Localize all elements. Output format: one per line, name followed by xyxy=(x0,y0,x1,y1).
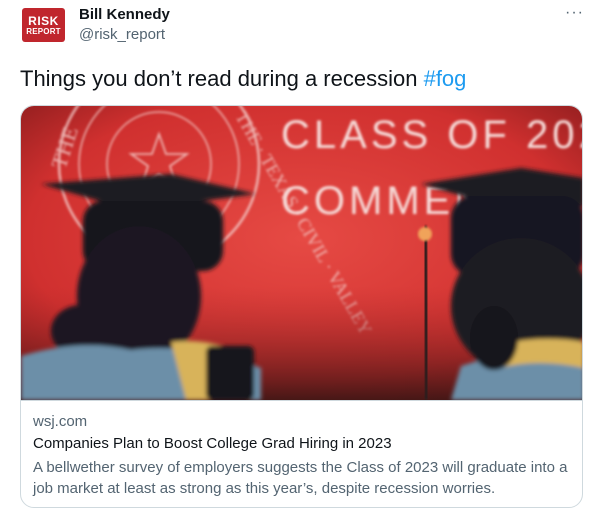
avatar-line1: RISK xyxy=(28,13,59,28)
author-handle[interactable]: @risk_report xyxy=(79,26,165,43)
tweet-text: Things you don’t read during a recession… xyxy=(20,66,466,92)
avatar[interactable]: RISK REPORT xyxy=(22,8,65,42)
more-options-icon[interactable]: ··· xyxy=(565,4,584,22)
card-title: Companies Plan to Boost College Grad Hir… xyxy=(33,435,392,452)
author-name[interactable]: Bill Kennedy xyxy=(79,6,170,23)
card-domain: wsj.com xyxy=(33,413,88,430)
link-card[interactable]: THE THE · TEXAS · CIVIL · VALLEY CLASS O… xyxy=(20,105,583,508)
graduation-photo: THE THE · TEXAS · CIVIL · VALLEY CLASS O… xyxy=(21,106,583,400)
banner-line1: CLASS OF 202 xyxy=(281,113,583,157)
tweet-body: Things you don’t read during a recession xyxy=(20,66,424,91)
card-image[interactable]: THE THE · TEXAS · CIVIL · VALLEY CLASS O… xyxy=(21,106,583,400)
card-description: A bellwether survey of employers suggest… xyxy=(33,459,568,497)
avatar-line2: REPORT xyxy=(26,26,61,36)
hashtag-link[interactable]: #fog xyxy=(424,66,467,91)
card-body[interactable]: wsj.com Companies Plan to Boost College … xyxy=(21,400,582,497)
